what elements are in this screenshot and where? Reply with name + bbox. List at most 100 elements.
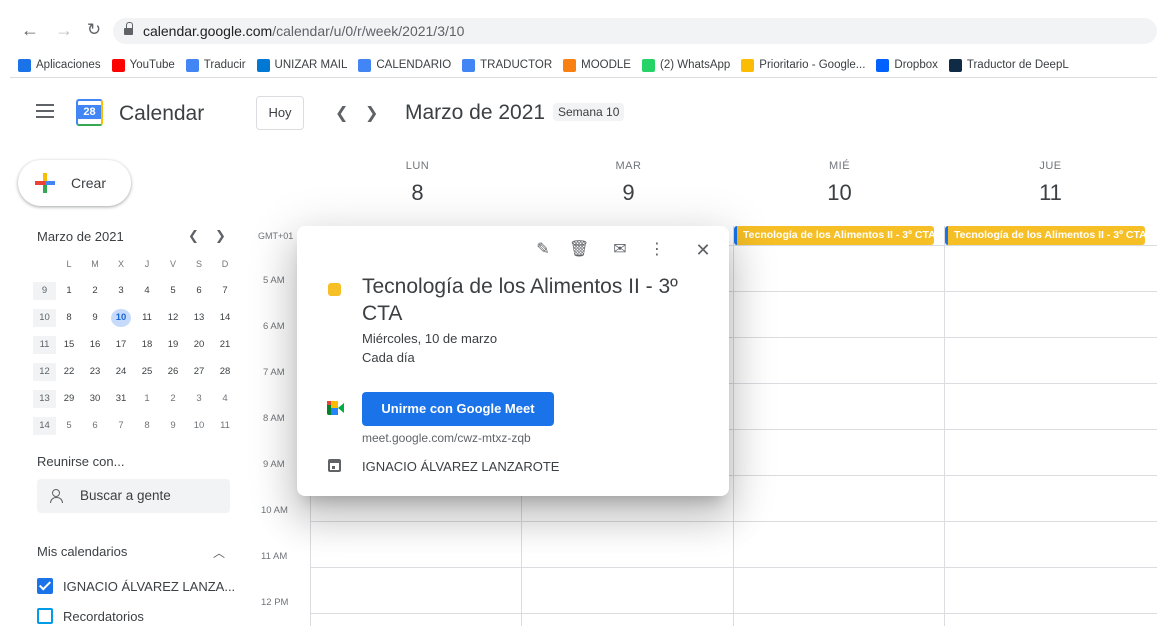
calendar-list-item[interactable]: Recordatorios bbox=[37, 608, 144, 624]
day-number[interactable]: 10 bbox=[734, 180, 945, 206]
mini-calendar-day[interactable]: 19 bbox=[160, 336, 186, 354]
mini-calendar-week-number[interactable]: 12 bbox=[33, 363, 56, 381]
mini-calendar-day[interactable]: 2 bbox=[160, 390, 186, 408]
mini-calendar-day[interactable]: 20 bbox=[186, 336, 212, 354]
mini-calendar-day[interactable]: 11 bbox=[212, 417, 238, 435]
mini-calendar-day[interactable]: 7 bbox=[108, 417, 134, 435]
bookmark-item[interactable]: Prioritario - Google... bbox=[741, 56, 865, 74]
bookmark-item[interactable]: TRADUCTOR bbox=[462, 56, 552, 74]
day-divider bbox=[733, 226, 734, 626]
mini-calendar-week-number[interactable]: 11 bbox=[33, 336, 56, 354]
mini-calendar-day[interactable]: 4 bbox=[134, 282, 160, 300]
mini-calendar-previous-icon[interactable]: ❮ bbox=[188, 228, 199, 244]
bookmark-item[interactable]: Traductor de DeepL bbox=[948, 56, 1069, 74]
url-path: /calendar/u/0/r/week/2021/3/10 bbox=[272, 23, 465, 39]
reload-icon[interactable]: ↻ bbox=[84, 20, 104, 40]
forward-arrow-icon[interactable]: → bbox=[54, 20, 74, 40]
checkbox-unchecked-icon[interactable] bbox=[37, 608, 53, 624]
day-number[interactable]: 8 bbox=[312, 180, 523, 206]
mini-calendar-day[interactable]: 4 bbox=[212, 390, 238, 408]
bookmark-item[interactable]: Dropbox bbox=[876, 56, 938, 74]
mini-calendar-next-icon[interactable]: ❯ bbox=[215, 228, 226, 244]
bookmark-item[interactable]: Traducir bbox=[185, 56, 246, 74]
day-header[interactable]: MIÉ 10 bbox=[734, 160, 945, 206]
trash-icon[interactable]: 🗑︎ bbox=[569, 240, 589, 260]
next-week-chevron-icon[interactable]: ❯ bbox=[365, 103, 378, 123]
calendar-list-item[interactable]: IGNACIO ÁLVAREZ LANZA... bbox=[37, 578, 235, 594]
bookmark-item[interactable]: YouTube bbox=[111, 56, 175, 74]
mini-calendar-day[interactable]: 8 bbox=[134, 417, 160, 435]
mini-calendar-day[interactable]: 6 bbox=[82, 417, 108, 435]
timezone-label: GMT+01 bbox=[258, 231, 294, 241]
all-day-event-chip[interactable]: Tecnología de los Alimentos II - 3º CTA bbox=[945, 226, 1145, 245]
close-icon[interactable]: ✕ bbox=[693, 240, 713, 260]
mini-calendar-day[interactable]: 11 bbox=[134, 309, 160, 327]
mini-calendar-day[interactable]: 8 bbox=[56, 309, 82, 327]
mini-calendar-day[interactable]: 27 bbox=[186, 363, 212, 381]
mini-calendar-day[interactable]: 21 bbox=[212, 336, 238, 354]
previous-week-chevron-icon[interactable]: ❮ bbox=[335, 103, 348, 123]
mini-calendar-day[interactable]: 17 bbox=[108, 336, 134, 354]
search-people-input[interactable]: Buscar a gente bbox=[37, 479, 230, 513]
my-calendars-title: Mis calendarios bbox=[37, 544, 128, 559]
bookmark-label: TRADUCTOR bbox=[480, 59, 553, 71]
email-icon[interactable]: ✉ bbox=[610, 240, 630, 260]
mini-calendar-day[interactable]: 7 bbox=[212, 282, 238, 300]
mini-calendar-day[interactable]: 10 bbox=[186, 417, 212, 435]
bookmark-item[interactable]: Aplicaciones bbox=[18, 56, 101, 74]
mini-calendar-day[interactable]: 23 bbox=[82, 363, 108, 381]
mini-calendar-week-number[interactable]: 14 bbox=[33, 417, 56, 435]
bookmark-item[interactable]: UNIZAR MAIL bbox=[256, 56, 347, 74]
mini-calendar-day[interactable]: 15 bbox=[56, 336, 82, 354]
day-number[interactable]: 11 bbox=[945, 180, 1156, 206]
mini-calendar-week-number[interactable]: 9 bbox=[33, 282, 56, 300]
mini-calendar-day[interactable]: 30 bbox=[82, 390, 108, 408]
mini-calendar-day[interactable]: 5 bbox=[56, 417, 82, 435]
create-button[interactable]: Crear bbox=[18, 160, 131, 206]
mini-calendar-day[interactable]: 9 bbox=[160, 417, 186, 435]
mini-calendar-day[interactable]: 3 bbox=[108, 282, 134, 300]
day-header[interactable]: MAR 9 bbox=[523, 160, 734, 206]
checkbox-checked-icon[interactable] bbox=[37, 578, 53, 594]
mini-calendar-day[interactable]: 3 bbox=[186, 390, 212, 408]
all-day-event-chip[interactable]: Tecnología de los Alimentos II - 3º CTA bbox=[734, 226, 934, 245]
mini-calendar-day[interactable]: 31 bbox=[108, 390, 134, 408]
calendar-logo-day: 28 bbox=[78, 105, 101, 119]
edit-pencil-icon[interactable]: ✎ bbox=[533, 240, 553, 260]
mini-calendar-day[interactable]: 25 bbox=[134, 363, 160, 381]
day-header[interactable]: JUE 11 bbox=[945, 160, 1156, 206]
bookmark-item[interactable]: CALENDARIO bbox=[358, 56, 451, 74]
back-arrow-icon[interactable]: ← bbox=[20, 20, 40, 40]
more-options-icon[interactable]: ⋮ bbox=[647, 240, 667, 260]
mini-calendar-day[interactable]: 12 bbox=[160, 309, 186, 327]
mini-calendar-day[interactable]: 16 bbox=[82, 336, 108, 354]
mini-calendar-week-number[interactable]: 10 bbox=[33, 309, 56, 327]
mini-calendar-day[interactable]: 1 bbox=[56, 282, 82, 300]
today-button[interactable]: Hoy bbox=[256, 96, 304, 130]
day-header[interactable]: LUN 8 bbox=[312, 160, 523, 206]
meet-link[interactable]: meet.google.com/cwz-mtxz-zqb bbox=[362, 431, 531, 445]
mini-calendar-day[interactable]: 6 bbox=[186, 282, 212, 300]
mini-calendar-day[interactable]: 28 bbox=[212, 363, 238, 381]
mini-calendar-day[interactable]: 24 bbox=[108, 363, 134, 381]
day-number[interactable]: 9 bbox=[523, 180, 734, 206]
mini-calendar-day[interactable]: 13 bbox=[186, 309, 212, 327]
mini-calendar-day[interactable]: 5 bbox=[160, 282, 186, 300]
mini-calendar-day[interactable]: 9 bbox=[82, 309, 108, 327]
calendar-label: Recordatorios bbox=[63, 608, 144, 624]
mini-calendar-day[interactable]: 1 bbox=[134, 390, 160, 408]
mini-calendar-day[interactable]: 29 bbox=[56, 390, 82, 408]
mini-calendar-day[interactable]: 26 bbox=[160, 363, 186, 381]
mini-calendar-day[interactable]: 14 bbox=[212, 309, 238, 327]
main-menu-icon[interactable] bbox=[36, 104, 54, 118]
chevron-up-icon[interactable]: ︿ bbox=[213, 544, 225, 561]
join-meet-button[interactable]: Unirme con Google Meet bbox=[362, 392, 554, 426]
bookmark-item[interactable]: (2) WhatsApp bbox=[641, 56, 730, 74]
mini-calendar-day[interactable]: 2 bbox=[82, 282, 108, 300]
mini-calendar-day[interactable]: 10 bbox=[111, 309, 131, 327]
mini-calendar-week-number[interactable]: 13 bbox=[33, 390, 56, 408]
mini-calendar-day[interactable]: 18 bbox=[134, 336, 160, 354]
bookmark-item[interactable]: MOODLE bbox=[563, 56, 631, 74]
address-bar[interactable]: calendar.google.com/calendar/u/0/r/week/… bbox=[113, 18, 1157, 44]
mini-calendar-day[interactable]: 22 bbox=[56, 363, 82, 381]
